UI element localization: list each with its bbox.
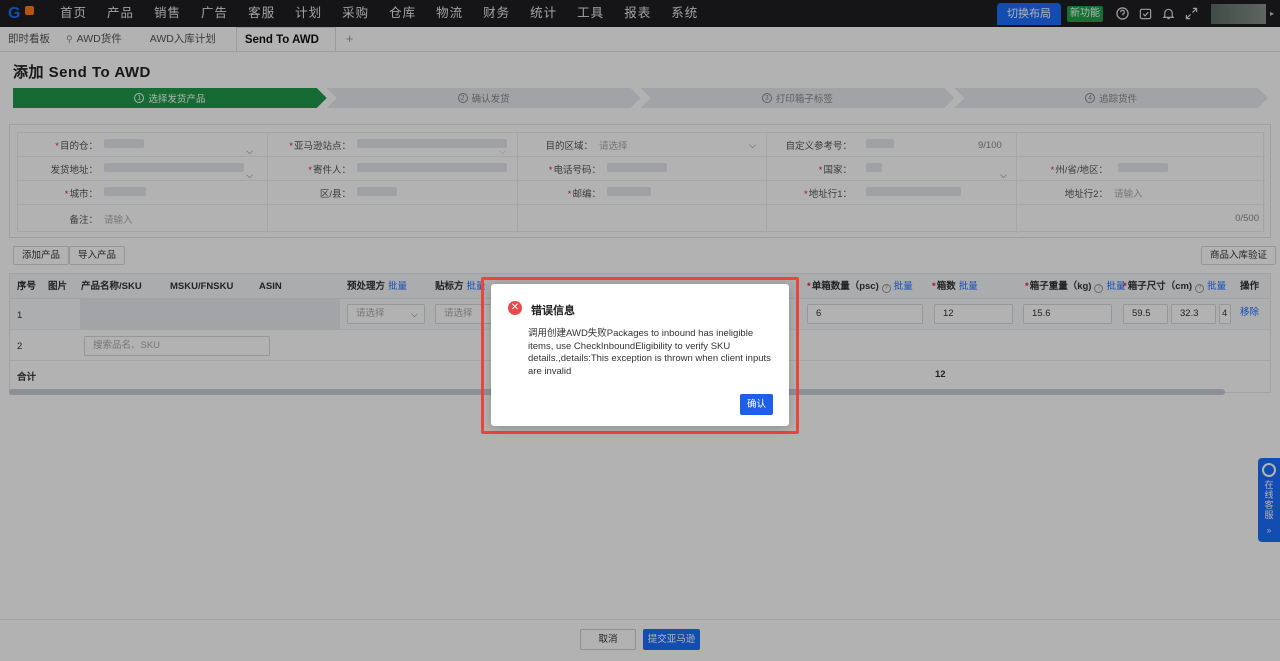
dialog-title: 错误信息 bbox=[531, 305, 575, 317]
dialog-message: 调用创建AWD失败Packages to inbound has ineligi… bbox=[528, 328, 771, 377]
error-icon: ✕ bbox=[508, 301, 522, 315]
error-dialog: ✕ 错误信息 调用创建AWD失败Packages to inbound has … bbox=[491, 284, 789, 426]
confirm-button[interactable]: 确认 bbox=[740, 394, 773, 415]
